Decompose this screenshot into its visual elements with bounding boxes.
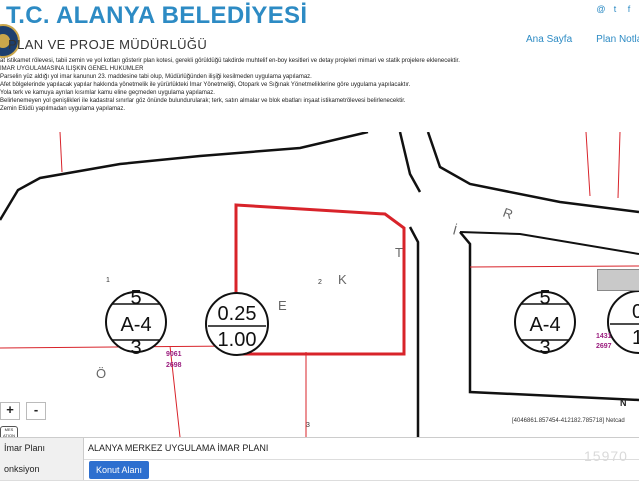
note-line: Parselin yüz aldığı yol imar kanunun 23.… xyxy=(0,74,312,80)
street-letter: İ xyxy=(451,222,458,237)
block-type: A-4 xyxy=(529,314,560,336)
info-label: onksiyon xyxy=(0,459,84,480)
zoom-out-button[interactable]: - xyxy=(26,402,46,420)
info-label: İmar Planı xyxy=(0,438,84,459)
street-letter: R xyxy=(501,205,515,222)
note-line: Yola terk ve kamuya ayrılan kısımlar kam… xyxy=(0,90,215,96)
parcel-id: 1431 xyxy=(596,333,612,340)
facebook-icon[interactable]: f xyxy=(624,4,634,14)
parcel-label: 1 xyxy=(106,277,110,284)
note-line: Belirlenemeyen yol genişlikleri ile kada… xyxy=(0,98,406,104)
site-header: T.C. ALANYA BELEDİYESİ PLAN VE PROJE MÜD… xyxy=(0,0,639,60)
zoom-in-button[interactable]: + xyxy=(0,402,20,420)
street-letter: E xyxy=(278,298,287,313)
note-line: İMAR UYGULAMASINA İLİŞKİN GENEL HÜKÜMLER xyxy=(0,66,144,72)
site-title[interactable]: T.C. ALANYA BELEDİYESİ xyxy=(6,2,307,30)
street-letter: T xyxy=(395,245,403,260)
street-letter: Ö xyxy=(96,366,106,381)
zoom-controls: + - xyxy=(0,402,46,420)
watermark: 15970 xyxy=(584,448,628,464)
nav-home[interactable]: Ana Sayfa xyxy=(526,34,572,45)
note-line: at istikamet rölevesi, tabii zemin ve yo… xyxy=(0,58,460,64)
parcel-id: 9061 xyxy=(166,351,182,358)
block-ratio-top: 0.25 xyxy=(218,303,257,325)
north-arrow-icon: N xyxy=(620,398,627,408)
info-row-function: onksiyon Konut Alanı xyxy=(0,459,639,481)
note-line: Afet bölgelerinde yapılacak yapılar hakk… xyxy=(0,82,411,88)
block-floor-count: 5 xyxy=(130,287,141,309)
block-ratio-bottom: 1.00 xyxy=(218,329,257,351)
parcel-label: 3 xyxy=(306,422,310,429)
social-links: @ t f xyxy=(596,4,634,14)
parcel-id: 2698 xyxy=(166,362,182,369)
main-nav: Ana Sayfa Plan Notları xyxy=(526,34,639,45)
zoning-map[interactable]: 1 2 3 5 A-4 3 0.25 1.00 5 A-4 3 0 1 9061… xyxy=(0,132,639,437)
parcel-id: 2697 xyxy=(596,343,612,350)
block-floor-count: 5 xyxy=(539,287,550,309)
block-ratio-top: 0 xyxy=(632,301,639,323)
nav-plan-notes[interactable]: Plan Notları xyxy=(596,34,639,45)
residential-area-button[interactable]: Konut Alanı xyxy=(89,461,150,479)
info-row-plan: İmar Planı ALANYA MERKEZ UYGULAMA İMAR P… xyxy=(0,438,639,460)
email-icon[interactable]: @ xyxy=(596,4,606,14)
street-letter: K xyxy=(338,272,347,287)
map-canvas[interactable]: 1 2 3 5 A-4 3 0.25 1.00 5 A-4 3 0 1 9061… xyxy=(0,132,639,437)
block-ratio-bottom: 1 xyxy=(632,327,639,349)
plan-notes: at istikamet rölevesi, tabii zemin ve yo… xyxy=(0,57,639,113)
twitter-icon[interactable]: t xyxy=(610,4,620,14)
block-order: 3 xyxy=(130,337,141,359)
note-line: Zemin Etüdü yapılmadan uygulama yapılama… xyxy=(0,106,126,112)
layer-thumbnail[interactable] xyxy=(597,269,639,291)
parcel-label: 2 xyxy=(318,279,322,286)
parcel-info-panel: İmar Planı ALANYA MERKEZ UYGULAMA İMAR P… xyxy=(0,437,639,481)
block-order: 3 xyxy=(539,337,550,359)
coordinate-readout: [4046861.857454-412182.785718] Netcad xyxy=(512,418,625,424)
site-subtitle: PLAN VE PROJE MÜDÜRLÜĞÜ xyxy=(8,37,208,52)
info-value: ALANYA MERKEZ UYGULAMA İMAR PLANI xyxy=(88,443,269,453)
block-type: A-4 xyxy=(120,314,151,336)
